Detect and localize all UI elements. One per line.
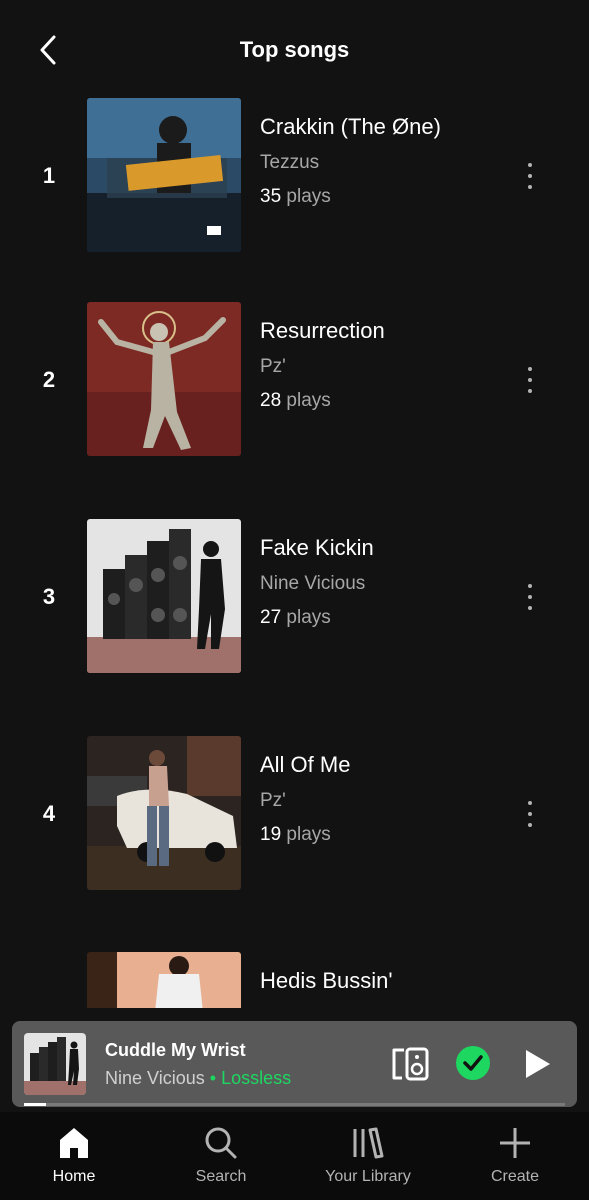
tab-label: Create xyxy=(490,1168,540,1185)
more-options-button[interactable] xyxy=(516,360,544,400)
song-title: All Of Me xyxy=(260,752,351,777)
tab-search[interactable]: Search xyxy=(161,1112,281,1200)
play-count: 28 plays xyxy=(260,390,331,411)
play-count: 19 plays xyxy=(260,824,331,845)
song-title: Resurrection xyxy=(260,318,385,343)
more-options-button[interactable] xyxy=(516,794,544,834)
song-rank: 3 xyxy=(42,584,56,609)
now-playing-title: Cuddle My Wrist xyxy=(105,1040,246,1060)
home-icon xyxy=(60,1128,88,1158)
top-bar: Top songs xyxy=(0,0,589,100)
bottom-nav: Home Search Your Library Create xyxy=(0,1112,589,1200)
quality-badge: Lossless xyxy=(221,1068,292,1088)
list-item[interactable]: 2 Resurrection Pz' 28 plays xyxy=(0,302,589,458)
saved-check-button[interactable] xyxy=(455,1045,491,1081)
tab-create[interactable]: Create xyxy=(455,1112,575,1200)
now-playing-artist: Nine Vicious xyxy=(105,1068,205,1088)
check-circle-icon xyxy=(456,1046,490,1080)
list-item[interactable]: 4 All Of Me Pz' 19 plays xyxy=(0,736,589,892)
song-artist: Pz' xyxy=(260,356,286,377)
top-songs-list: 1 Crakkin (The Øne) Tezzus 35 plays 2 Re… xyxy=(0,98,589,1008)
page-title: Top songs xyxy=(239,37,350,62)
list-item[interactable]: 3 Fake Kickin Nine Vicious 27 plays xyxy=(0,519,589,675)
tab-label: Your Library xyxy=(325,1168,411,1185)
song-rank: 2 xyxy=(42,367,56,392)
song-artist: Pz' xyxy=(260,790,286,811)
library-icon xyxy=(353,1127,384,1159)
speaker-device-icon xyxy=(392,1047,429,1081)
album-art xyxy=(87,519,241,673)
more-options-button[interactable] xyxy=(516,577,544,617)
song-rank: 4 xyxy=(42,801,56,826)
album-art xyxy=(87,736,241,890)
now-playing-art xyxy=(24,1033,86,1095)
play-count: 35 plays xyxy=(260,186,331,207)
album-art xyxy=(87,302,241,456)
now-playing-bar[interactable]: Cuddle My Wrist Nine Vicious • Lossless xyxy=(12,1021,577,1107)
song-title: Fake Kickin xyxy=(260,535,374,560)
tab-label: Search xyxy=(195,1168,247,1185)
tab-home[interactable]: Home xyxy=(14,1112,134,1200)
more-options-button[interactable] xyxy=(516,156,544,196)
plus-icon xyxy=(500,1128,530,1158)
song-title: Crakkin (The Øne) xyxy=(260,114,441,139)
tab-your-library[interactable]: Your Library xyxy=(308,1112,428,1200)
song-artist: Tezzus xyxy=(260,152,320,173)
now-playing-subtitle: Nine Vicious • Lossless xyxy=(105,1068,291,1089)
separator-dot: • xyxy=(209,1068,217,1088)
album-art xyxy=(87,98,241,252)
song-rank: 1 xyxy=(42,163,56,188)
search-icon xyxy=(205,1127,237,1159)
list-item[interactable]: 1 Crakkin (The Øne) Tezzus 35 plays xyxy=(0,98,589,254)
connect-device-button[interactable] xyxy=(390,1046,430,1082)
play-count: 27 plays xyxy=(260,607,331,628)
play-button[interactable] xyxy=(519,1047,553,1081)
progress-fill xyxy=(24,1103,46,1106)
play-icon xyxy=(526,1050,550,1078)
song-artist: Nine Vicious xyxy=(260,573,366,594)
tab-label: Home xyxy=(52,1168,96,1185)
album-art xyxy=(87,952,241,1008)
list-item[interactable]: Hedis Bussin' xyxy=(0,952,589,1008)
playback-progress[interactable] xyxy=(24,1103,565,1106)
song-title: Hedis Bussin' xyxy=(260,968,393,993)
